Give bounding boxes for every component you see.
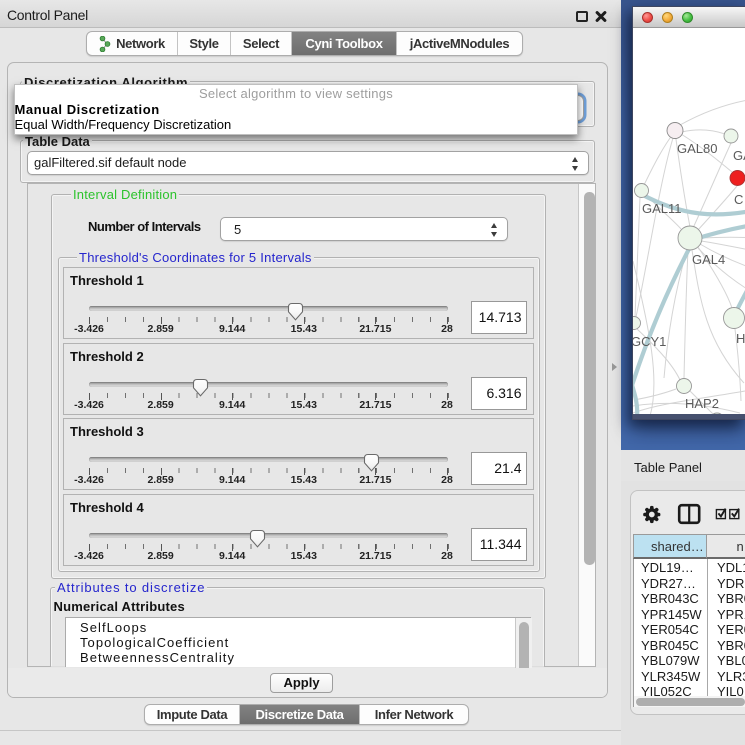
svg-text:GCY1: GCY1 [633, 334, 666, 349]
svg-text:GAL11: GAL11 [642, 201, 682, 216]
svg-text:H: H [736, 331, 745, 346]
svg-text:HAP2: HAP2 [685, 396, 719, 411]
svg-text:C: C [734, 192, 743, 207]
svg-text:GA: GA [733, 148, 745, 163]
svg-text:GAL80: GAL80 [677, 141, 717, 156]
svg-text:GAL4: GAL4 [692, 252, 725, 267]
